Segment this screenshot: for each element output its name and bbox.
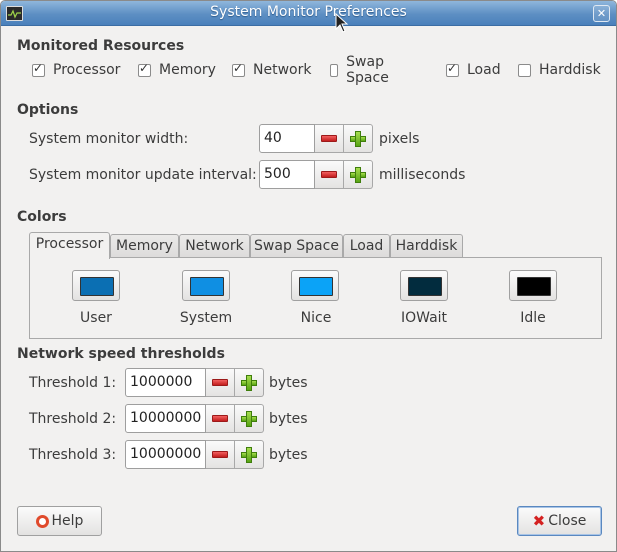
- width-increment-button[interactable]: [344, 124, 373, 153]
- checkbox-box[interactable]: [330, 63, 339, 77]
- interval-input[interactable]: 500: [259, 160, 315, 189]
- network-thresholds-heading: Network speed thresholds: [17, 346, 225, 362]
- checkbox-load[interactable]: Load: [446, 61, 501, 79]
- color-swatch: [408, 277, 442, 296]
- threshold-1-input[interactable]: 1000000: [125, 368, 206, 397]
- close-button-label: Close: [548, 513, 587, 529]
- width-unit: pixels: [379, 131, 420, 147]
- checkbox-processor[interactable]: Processor: [32, 61, 120, 79]
- width-label: System monitor width:: [29, 131, 189, 147]
- tab-memory[interactable]: Memory: [110, 234, 179, 258]
- window-title: System Monitor Preferences: [210, 4, 407, 20]
- interval-decrement-button[interactable]: [315, 160, 344, 189]
- tab-swap-space[interactable]: Swap Space: [250, 234, 343, 258]
- system-color-button[interactable]: [182, 270, 230, 301]
- checkbox-memory[interactable]: Memory: [138, 61, 216, 79]
- lifebuoy-icon: [35, 514, 49, 528]
- minus-icon: [321, 171, 337, 178]
- user-color-button[interactable]: [72, 270, 120, 301]
- tab-network[interactable]: Network: [179, 234, 250, 258]
- color-swatch: [517, 277, 551, 296]
- threshold-2-unit: bytes: [269, 411, 308, 427]
- interval-increment-button[interactable]: [344, 160, 373, 189]
- options-heading: Options: [17, 102, 79, 118]
- user-color-label: User: [80, 310, 112, 326]
- checkbox-swap-space[interactable]: Swap Space: [330, 54, 394, 86]
- plus-icon: [241, 374, 257, 391]
- nice-color-button[interactable]: [291, 270, 339, 301]
- plus-icon: [241, 410, 257, 427]
- help-button-label: Help: [51, 513, 84, 529]
- colors-heading: Colors: [17, 209, 67, 225]
- threshold-2-spinner[interactable]: 10000000: [125, 404, 264, 433]
- checkbox-harddisk[interactable]: Harddisk: [518, 61, 601, 79]
- width-spinner[interactable]: 40: [259, 124, 373, 153]
- minus-icon: [321, 135, 337, 142]
- minus-icon: [212, 379, 228, 386]
- checkbox-label: Processor: [53, 62, 121, 78]
- plus-icon: [350, 130, 366, 147]
- iowait-color-button[interactable]: [400, 270, 448, 301]
- threshold-1-unit: bytes: [269, 375, 308, 391]
- window-close-icon[interactable]: ✕: [593, 5, 610, 22]
- threshold-3-unit: bytes: [269, 447, 308, 463]
- close-button[interactable]: ✖ Close: [517, 506, 602, 536]
- threshold-1-label: Threshold 1:: [29, 375, 117, 391]
- interval-label: System monitor update interval:: [29, 167, 257, 183]
- threshold-2-increment-button[interactable]: [235, 404, 264, 433]
- iowait-color-label: IOWait: [400, 310, 448, 326]
- system-color-label: System: [179, 310, 233, 326]
- checkbox-box[interactable]: [518, 63, 531, 77]
- mouse-cursor-icon: [335, 13, 349, 33]
- threshold-2-input[interactable]: 10000000: [125, 404, 206, 433]
- plus-icon: [241, 446, 257, 463]
- tab-load[interactable]: Load: [343, 234, 390, 258]
- threshold-3-increment-button[interactable]: [235, 440, 264, 469]
- threshold-3-label: Threshold 3:: [29, 447, 117, 463]
- minus-icon: [212, 451, 228, 458]
- width-decrement-button[interactable]: [315, 124, 344, 153]
- threshold-1-increment-button[interactable]: [235, 368, 264, 397]
- checkbox-box[interactable]: [232, 61, 245, 77]
- threshold-1-spinner[interactable]: 1000000: [125, 368, 264, 397]
- color-swatch: [190, 277, 224, 296]
- color-swatch: [80, 277, 114, 296]
- threshold-3-input[interactable]: 10000000: [125, 440, 206, 469]
- idle-color-button[interactable]: [509, 270, 557, 301]
- checkbox-label: Network: [253, 62, 312, 78]
- checkbox-network[interactable]: Network: [232, 61, 311, 79]
- interval-spinner[interactable]: 500: [259, 160, 373, 189]
- checkbox-label: Harddisk: [539, 62, 601, 78]
- title-bar[interactable]: System Monitor Preferences ✕: [1, 1, 616, 33]
- threshold-3-decrement-button[interactable]: [206, 440, 235, 469]
- tab-harddisk[interactable]: Harddisk: [390, 234, 463, 258]
- threshold-2-label: Threshold 2:: [29, 411, 117, 427]
- interval-unit: milliseconds: [379, 167, 466, 183]
- checkbox-box[interactable]: [446, 61, 459, 77]
- checkbox-box[interactable]: [138, 61, 151, 77]
- threshold-2-decrement-button[interactable]: [206, 404, 235, 433]
- width-input[interactable]: 40: [259, 124, 315, 153]
- threshold-1-decrement-button[interactable]: [206, 368, 235, 397]
- color-swatch: [299, 277, 333, 296]
- checkbox-label: Load: [467, 62, 501, 78]
- close-icon: ✖: [532, 512, 546, 530]
- idle-color-label: Idle: [520, 310, 546, 326]
- tab-processor[interactable]: Processor: [29, 232, 110, 259]
- minus-icon: [212, 415, 228, 422]
- checkbox-label: Memory: [159, 62, 216, 78]
- monitored-resources-heading: Monitored Resources: [17, 38, 185, 54]
- checkbox-box[interactable]: [32, 61, 45, 77]
- plus-icon: [350, 166, 366, 183]
- help-button[interactable]: Help: [17, 506, 102, 536]
- threshold-3-spinner[interactable]: 10000000: [125, 440, 264, 469]
- checkbox-label: Swap Space: [346, 54, 389, 86]
- preferences-window: System Monitor Preferences ✕ Monitored R…: [0, 0, 617, 552]
- nice-color-label: Nice: [300, 310, 332, 326]
